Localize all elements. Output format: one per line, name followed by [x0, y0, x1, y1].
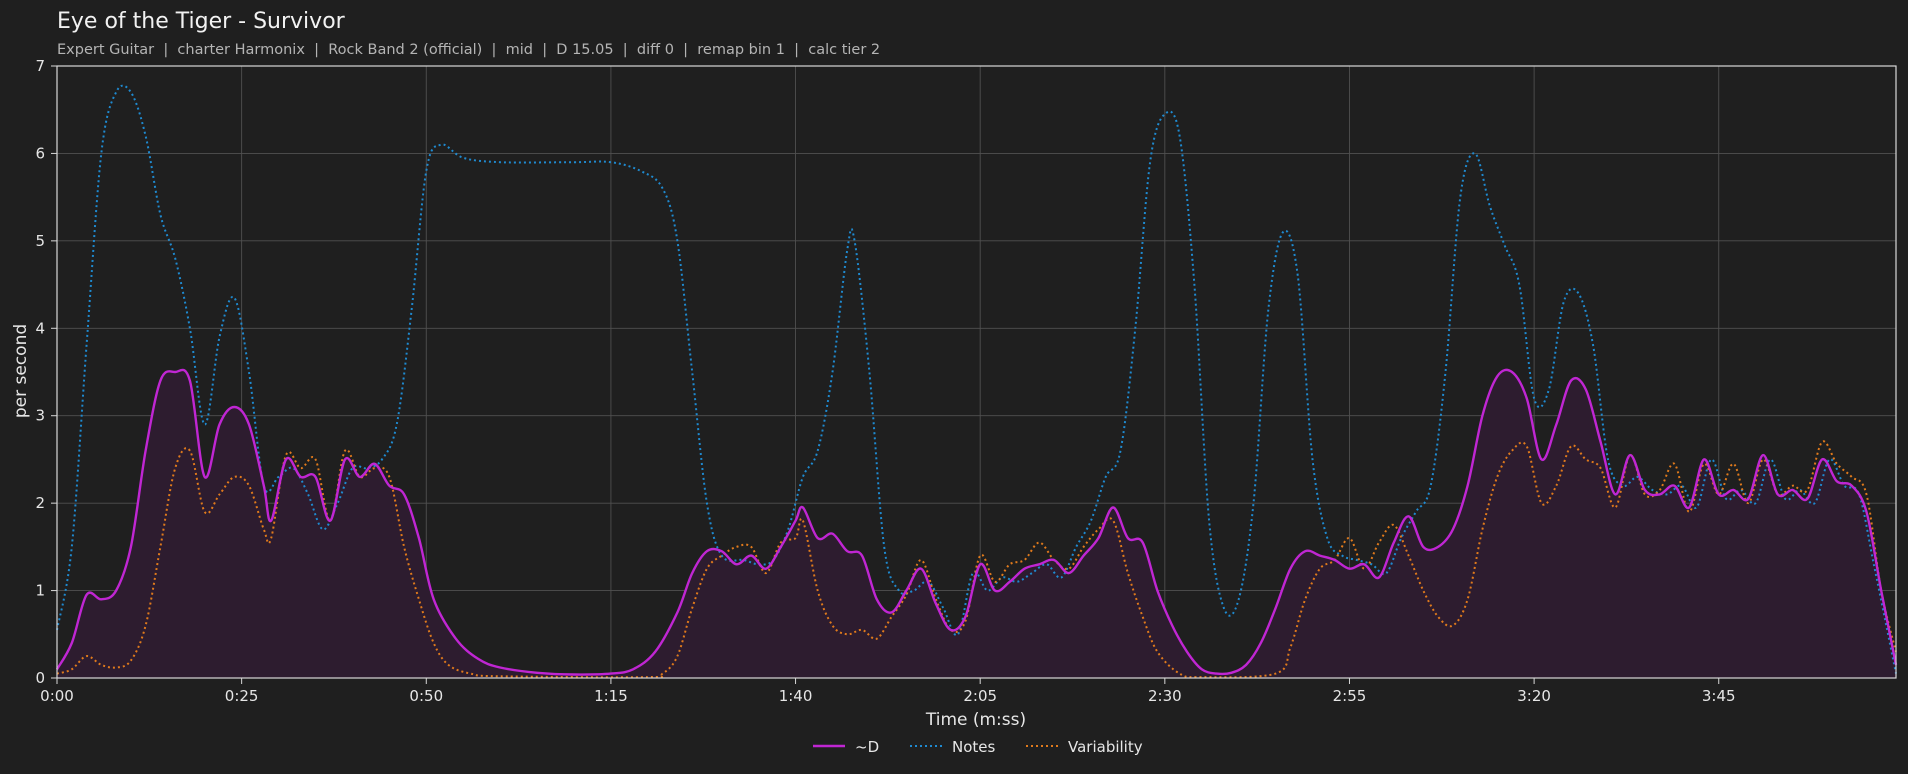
chart: Eye of the Tiger - Survivor Expert Guita… — [11, 9, 1898, 756]
y-axis-label: per second — [11, 324, 31, 418]
y-tick-label: 7 — [35, 57, 45, 75]
y-tick-label: 3 — [35, 407, 45, 425]
x-tick-label: 2:05 — [963, 687, 997, 705]
x-ticks: 0:00 0:25 0:50 1:15 1:40 2:05 2:30 2:55 3:20 3:45 — [40, 678, 1736, 705]
legend-label: ~D — [855, 738, 879, 756]
x-tick-label: 0:00 — [40, 687, 74, 705]
y-tick-label: 5 — [35, 232, 45, 250]
y-tick-label: 6 — [35, 144, 45, 162]
y-tick-label: 2 — [35, 494, 45, 512]
y-tick-label: 4 — [35, 319, 45, 337]
x-tick-label: 2:30 — [1148, 687, 1182, 705]
x-tick-label: 0:25 — [225, 687, 259, 705]
x-tick-label: 2:55 — [1333, 687, 1367, 705]
chart-title: Eye of the Tiger - Survivor — [57, 9, 346, 34]
x-tick-label: 0:50 — [409, 687, 443, 705]
x-tick-label: 1:40 — [779, 687, 813, 705]
y-tick-label: 1 — [35, 582, 45, 600]
x-axis-label: Time (m:ss) — [925, 710, 1026, 730]
y-ticks: 0 1 2 3 4 5 6 7 — [35, 57, 57, 687]
x-tick-label: 3:45 — [1702, 687, 1736, 705]
chart-subtitle: Expert Guitar | charter Harmonix | Rock … — [57, 42, 880, 58]
legend: ~D Notes Variability — [813, 738, 1143, 756]
y-tick-label: 0 — [35, 669, 45, 687]
legend-label: Notes — [952, 738, 996, 756]
x-tick-label: 1:15 — [594, 687, 628, 705]
x-tick-label: 3:20 — [1517, 687, 1551, 705]
legend-label: Variability — [1068, 738, 1143, 756]
